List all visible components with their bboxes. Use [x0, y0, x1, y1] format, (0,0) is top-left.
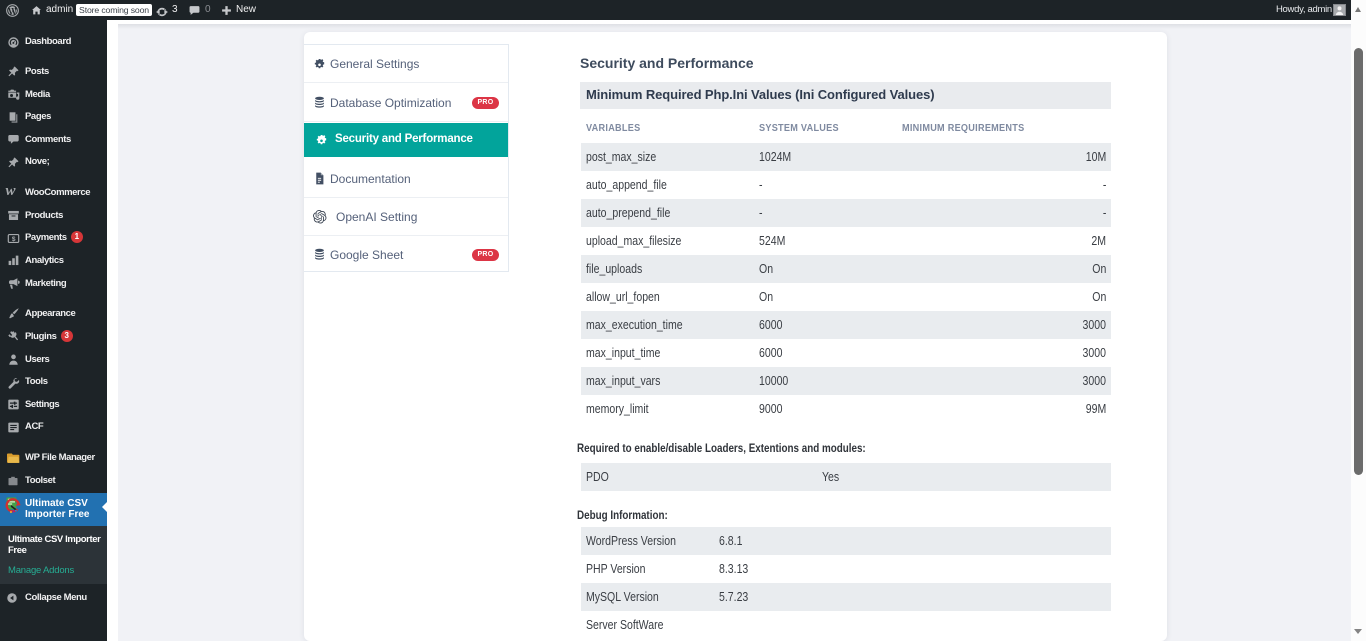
svg-text:$: $: [11, 235, 15, 242]
